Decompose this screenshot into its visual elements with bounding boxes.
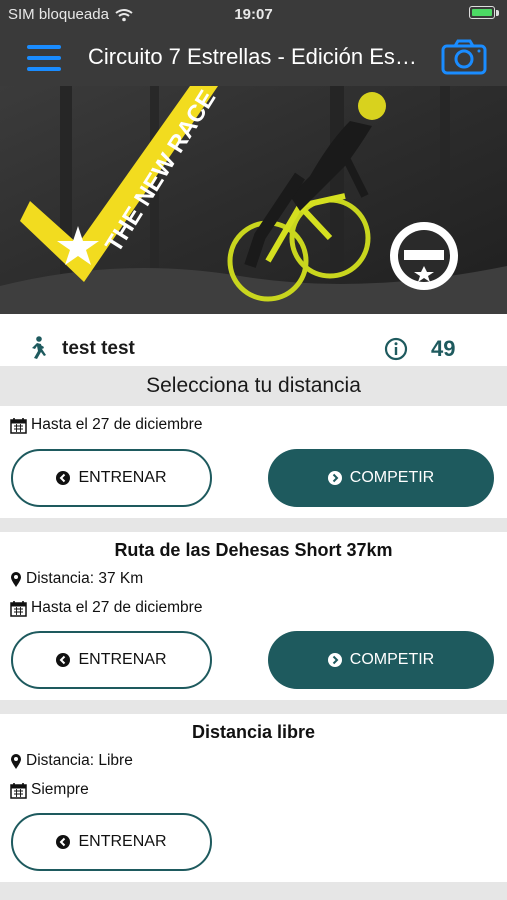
- user-points: 49: [431, 336, 456, 361]
- compete-button[interactable]: COMPETIR: [268, 631, 494, 689]
- train-button-label: ENTRENAR: [78, 833, 167, 850]
- distance-text: Distancia: 37 Km: [26, 570, 144, 587]
- camera-icon[interactable]: [441, 39, 487, 75]
- circle-arrow-right-icon: [327, 653, 342, 667]
- user-summary: test test 49: [0, 314, 507, 366]
- distance-title: Ruta de las Dehesas Short 37km: [114, 540, 393, 560]
- map-pin-icon: [11, 571, 21, 587]
- compete-button-label: COMPETIR: [349, 469, 435, 486]
- banner-image: THE NEW RACE: [0, 86, 507, 314]
- deadline-row: Hasta el 27 de diciembre: [10, 599, 202, 617]
- calendar-icon: [10, 417, 27, 434]
- train-button[interactable]: ENTRENAR: [11, 813, 212, 871]
- deadline-text: Siempre: [31, 781, 89, 798]
- distance-card: Distancia libre Distancia: Libre Siempre…: [0, 714, 507, 882]
- circle-arrow-left-icon: [56, 835, 71, 849]
- map-pin-icon: [11, 753, 21, 769]
- compete-button-label: COMPETIR: [349, 651, 435, 668]
- status-bar: SIM bloqueada 19:07: [0, 0, 507, 28]
- battery-icon: [469, 6, 499, 19]
- page-title: Circuito 7 Estrellas - Edición Especial: [88, 44, 428, 69]
- distance-row: Distancia: 37 Km: [10, 570, 143, 588]
- nav-bar: Circuito 7 Estrellas - Edición Especial: [0, 28, 507, 86]
- menu-icon[interactable]: [27, 45, 61, 71]
- info-icon[interactable]: [384, 337, 408, 361]
- compete-button[interactable]: COMPETIR: [268, 449, 494, 507]
- circle-arrow-left-icon: [56, 471, 71, 485]
- distance-card: Ruta de las Dehesas Short 37km Distancia…: [0, 532, 507, 700]
- train-button-label: ENTRENAR: [78, 469, 167, 486]
- train-button[interactable]: ENTRENAR: [11, 631, 212, 689]
- train-button-label: ENTRENAR: [78, 651, 167, 668]
- distance-text: Distancia: Libre: [26, 752, 133, 769]
- user-name: test test: [62, 338, 135, 359]
- runner-icon: [32, 336, 46, 359]
- deadline-text: Hasta el 27 de diciembre: [31, 416, 203, 433]
- divider: [0, 700, 507, 714]
- distance-card: Hasta el 27 de diciembre ENTRENAR COMPET…: [0, 406, 507, 518]
- clock: 19:07: [234, 6, 273, 23]
- deadline-row: Siempre: [10, 781, 89, 799]
- calendar-icon: [10, 600, 27, 617]
- calendar-icon: [10, 782, 27, 799]
- deadline-row: Hasta el 27 de diciembre: [10, 416, 202, 434]
- circle-arrow-right-icon: [327, 471, 342, 485]
- section-heading: Selecciona tu distancia: [0, 366, 507, 406]
- distance-title: Distancia libre: [191, 722, 316, 742]
- divider: [0, 518, 507, 532]
- distance-row: Distancia: Libre: [10, 752, 133, 770]
- race-banner: THE NEW RACE: [0, 86, 507, 314]
- deadline-text: Hasta el 27 de diciembre: [31, 599, 203, 616]
- train-button[interactable]: ENTRENAR: [11, 449, 212, 507]
- circle-arrow-left-icon: [56, 653, 71, 667]
- divider: [0, 882, 507, 900]
